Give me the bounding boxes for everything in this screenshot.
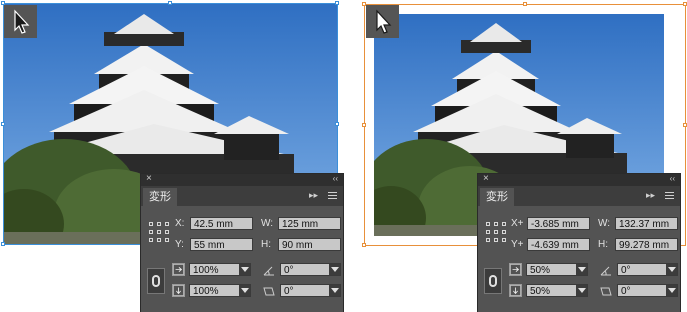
chain-link-icon[interactable] xyxy=(147,268,165,294)
w-field[interactable]: 132.37 mm xyxy=(615,217,678,230)
h-label: H: xyxy=(598,239,608,250)
shear-value: 0° xyxy=(621,286,631,297)
panel-menu-icon[interactable] xyxy=(662,190,674,200)
panel-tabbar: 変形 ▸▸ xyxy=(141,186,343,206)
y-label: Y+ xyxy=(511,239,524,250)
left-example: × ‹‹ 変形 ▸▸ X: 42.5 mm W: 125 mm Y: 55 mm… xyxy=(0,0,343,312)
collapse-icon[interactable]: ‹‹ xyxy=(333,174,338,183)
chain-link-icon[interactable] xyxy=(484,268,502,294)
frame-handle[interactable] xyxy=(362,243,366,247)
scale-y-value: 50% xyxy=(530,286,551,297)
panel-titlebar[interactable]: × ‹‹ xyxy=(478,173,680,186)
frame-handle[interactable] xyxy=(523,2,527,6)
rotate-select[interactable]: 0° xyxy=(280,263,341,276)
transform-panel: × ‹‹ 変形 ▸▸ X: 42.5 mm W: 125 mm Y: 55 mm… xyxy=(141,173,343,312)
x-field[interactable]: -3.685 mm xyxy=(527,217,590,230)
tab-transform[interactable]: 変形 xyxy=(143,188,177,206)
reference-point-icon[interactable] xyxy=(149,222,169,242)
scale-x-value: 50% xyxy=(530,265,551,276)
selection-handle[interactable] xyxy=(1,242,5,246)
tab-transform[interactable]: 変形 xyxy=(480,188,514,206)
flyout-arrows-icon[interactable]: ▸▸ xyxy=(309,190,318,201)
shear-select[interactable]: 0° xyxy=(280,284,341,297)
rotate-angle-icon xyxy=(600,266,611,276)
h-field[interactable]: 90 mm xyxy=(278,238,341,251)
panel-tabbar: 変形 ▸▸ xyxy=(478,186,680,206)
rotate-select[interactable]: 0° xyxy=(617,263,678,276)
shear-icon xyxy=(600,287,612,296)
scale-x-select[interactable]: 50% xyxy=(526,263,588,276)
panel-titlebar[interactable]: × ‹‹ xyxy=(141,173,343,186)
x-label: X+ xyxy=(511,218,524,229)
scale-y-icon xyxy=(509,284,522,297)
selection-handle[interactable] xyxy=(168,1,172,5)
h-label: H: xyxy=(261,239,271,250)
direct-selection-cursor-icon xyxy=(366,5,399,38)
selection-handle[interactable] xyxy=(335,1,339,5)
w-label: W: xyxy=(598,218,611,229)
right-example: × ‹‹ 変形 ▸▸ X+ -3.685 mm W: 132.37 mm Y+ … xyxy=(344,0,687,312)
selection-handle[interactable] xyxy=(335,122,339,126)
panel-menu-icon[interactable] xyxy=(325,190,337,200)
frame-handle[interactable] xyxy=(362,123,366,127)
close-icon[interactable]: × xyxy=(483,173,489,184)
x-field[interactable]: 42.5 mm xyxy=(190,217,253,230)
rotate-angle-icon xyxy=(263,266,274,276)
scale-x-icon xyxy=(172,263,185,276)
w-label: W: xyxy=(261,218,274,229)
collapse-icon[interactable]: ‹‹ xyxy=(670,174,675,183)
scale-y-value: 100% xyxy=(193,286,219,297)
y-label: Y: xyxy=(175,239,184,250)
shear-select[interactable]: 0° xyxy=(617,284,678,297)
scale-y-select[interactable]: 50% xyxy=(526,284,588,297)
selection-tool-cursor-icon xyxy=(4,5,37,38)
scale-x-value: 100% xyxy=(193,265,219,276)
shear-icon xyxy=(263,287,275,296)
transform-panel: × ‹‹ 変形 ▸▸ X+ -3.685 mm W: 132.37 mm Y+ … xyxy=(478,173,680,312)
scale-y-select[interactable]: 100% xyxy=(189,284,251,297)
rotate-value: 0° xyxy=(284,265,294,276)
scale-x-icon xyxy=(509,263,522,276)
y-field[interactable]: 55 mm xyxy=(190,238,253,251)
close-icon[interactable]: × xyxy=(146,173,152,184)
frame-handle[interactable] xyxy=(683,2,687,6)
selection-handle[interactable] xyxy=(1,122,5,126)
flyout-arrows-icon[interactable]: ▸▸ xyxy=(646,190,655,201)
h-field[interactable]: 99.278 mm xyxy=(615,238,678,251)
w-field[interactable]: 125 mm xyxy=(278,217,341,230)
scale-y-icon xyxy=(172,284,185,297)
scale-x-select[interactable]: 100% xyxy=(189,263,251,276)
frame-handle[interactable] xyxy=(683,123,687,127)
y-field[interactable]: -4.639 mm xyxy=(527,238,590,251)
rotate-value: 0° xyxy=(621,265,631,276)
reference-point-icon[interactable] xyxy=(486,222,506,242)
shear-value: 0° xyxy=(284,286,294,297)
x-label: X: xyxy=(175,218,185,229)
